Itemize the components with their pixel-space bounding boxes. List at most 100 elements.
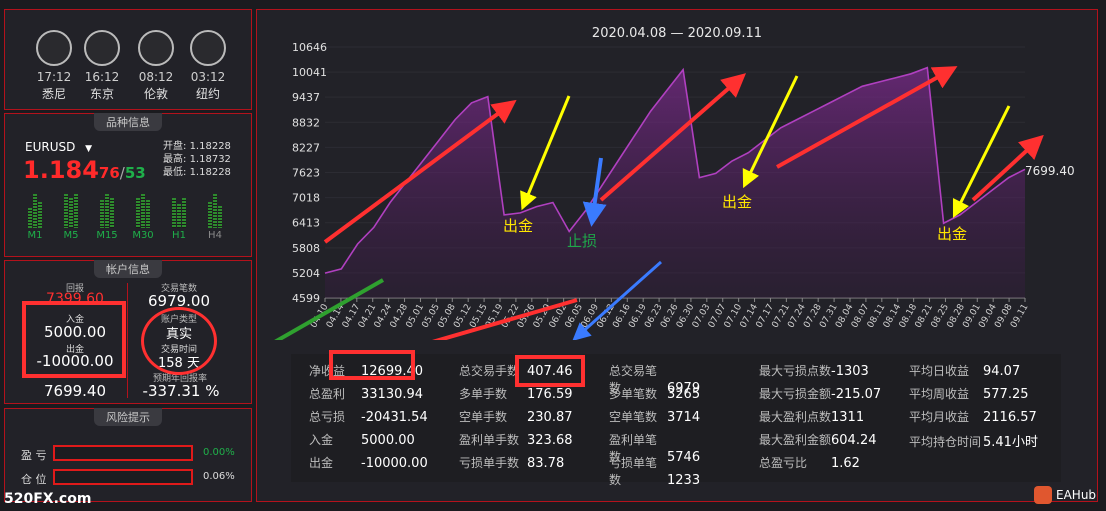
timeframe-label: H1 [172,230,186,241]
timeframe-h1[interactable]: H1 [167,194,191,241]
section-title: 帐户信息 [94,260,162,278]
stat-item: 总盈亏比 1.62 [759,454,860,471]
clock-tokyo: 16:12 东京 [77,30,127,102]
stat-label: 空单手数 [459,410,508,424]
stat-value: 33130.94 [361,387,424,402]
timeframe-h4[interactable]: H4 [203,194,227,241]
timeframe-label: M1 [27,230,43,241]
watermark-text: EAHub [1056,488,1097,502]
stat-item: 最大亏损点数-1303 [759,362,869,379]
y-tick-label: 10646 [292,41,327,54]
stat-value: -20431.54 [361,410,428,425]
clock-time: 08:12 [138,70,174,84]
y-tick-label: 5204 [292,267,320,280]
stat-item: 最大盈利金额604.24 [759,431,877,448]
last-value-label: 7699.40 [1025,164,1075,178]
clock-panel: 17:12 悉尼 16:12 东京 08:12 伦敦 03:12 纽约 [4,9,252,110]
highlight-box [329,350,415,380]
y-tick-label: 10041 [292,66,327,79]
price-sub2: 53 [124,164,146,182]
stat-item: 盈利单手数 323.68 [459,431,573,448]
stat-label: 空单笔数 [609,410,658,424]
stat-label: 平均周收益 [909,387,970,401]
clock-sydney: 17:12 悉尼 [29,30,79,102]
clock-icon [84,30,120,66]
stat-label: 最大亏损点数 [759,364,832,378]
signal-bars-icon [167,194,191,228]
stat-item: 多单手数 176.59 [459,385,573,402]
stat-item: 平均持仓时间 5.41小时 [909,431,1038,450]
stat-item: 总盈利 33130.94 [309,385,423,402]
clock-city: 悉尼 [41,87,66,101]
symbol-name: EURUSD [25,140,76,154]
annotation-stoploss: 止损 [567,232,597,250]
clock-city: 东京 [89,87,114,101]
y-tick-label: 7018 [292,192,320,205]
account-panel: 帐户信息 回报 7399.60 入金 5000.00 出金 -10000.00 … [4,260,252,404]
signal-bars-icon [131,194,155,228]
symbol-select[interactable]: EURUSD ▼ [25,140,92,154]
signal-bars-icon [95,194,119,228]
open-label: 开盘: [163,141,187,152]
stat-label: 亏损单手数 [459,456,520,470]
signal-bars-icon [203,194,227,228]
stat-item: 空单笔数 3714 [609,408,700,425]
stat-value: 230.87 [527,410,573,425]
stat-label: 总亏损 [309,410,346,424]
clock-icon [190,30,226,66]
y-tick-label: 7623 [292,166,320,179]
annotation-withdraw-2: 出金 [722,193,752,211]
clock-icon [36,30,72,66]
y-tick-label: 4599 [292,292,320,305]
stat-value: 94.07 [983,364,1021,379]
clock-newyork: 03:12 纽约 [183,30,233,102]
net-value: 7699.40 [43,382,107,400]
stat-item: 入金 5000.00 [309,431,415,448]
stat-label: 盈利单手数 [459,433,520,447]
y-tick-label: 9437 [292,91,320,104]
y-tick-label: 6413 [292,217,320,230]
stat-label: 出金 [309,456,334,470]
price-sub1: 76 [98,164,120,182]
timeframe-m1[interactable]: M1 [23,194,47,241]
stat-label: 多单手数 [459,387,508,401]
annotation-withdraw-3: 出金 [937,225,967,243]
timeframe-m30[interactable]: M30 [131,194,155,241]
stat-value: 1233 [667,473,701,488]
timeframe-label: M15 [96,230,118,241]
stat-label: 平均月收益 [909,410,970,424]
stat-item: 最大盈利点数1311 [759,408,864,425]
stat-value: 5000.00 [361,433,415,448]
stat-value: 3265 [667,387,701,402]
stat-label: 平均持仓时间 [909,435,982,449]
low-value: 1.18228 [189,167,231,178]
position-bar [53,469,193,485]
stat-item: 总亏损 -20431.54 [309,408,428,425]
position-pct: 0.06% [203,471,235,482]
timeframe-m5[interactable]: M5 [59,194,83,241]
stat-value: 1311 [831,410,865,425]
timeframe-label: H4 [208,230,222,241]
stat-item: 亏损单手数 83.78 [459,454,564,471]
symbol-panel: 品种信息 EURUSD ▼ 1.18476/53 开盘: 1.18228 最高:… [4,113,252,257]
clock-london: 08:12 伦敦 [131,30,181,102]
stat-label: 亏损单笔数 [609,456,658,487]
equity-area [325,67,1025,298]
section-title: 风险提示 [94,408,162,426]
ohl-block: 开盘: 1.18228 最高: 1.18732 最低: 1.18228 [163,140,231,179]
stat-value: 176.59 [527,387,573,402]
profit-label: 盈 亏 [21,449,47,462]
stat-value: 83.78 [527,456,565,471]
y-tick-label: 5808 [292,242,320,255]
highlight-box [22,301,126,378]
price-big: 1.184 [23,156,99,184]
timeframe-m15[interactable]: M15 [95,194,119,241]
high-value: 1.18732 [189,154,231,165]
position-label: 仓 位 [21,473,47,486]
logo-icon [1034,486,1052,504]
stat-item: 最大亏损金额-215.07 [759,385,881,402]
timeframe-label: M30 [132,230,154,241]
profit-pct: 0.00% [203,447,235,458]
highlight-box [515,355,585,387]
watermark-right: EAHub [1034,486,1096,504]
